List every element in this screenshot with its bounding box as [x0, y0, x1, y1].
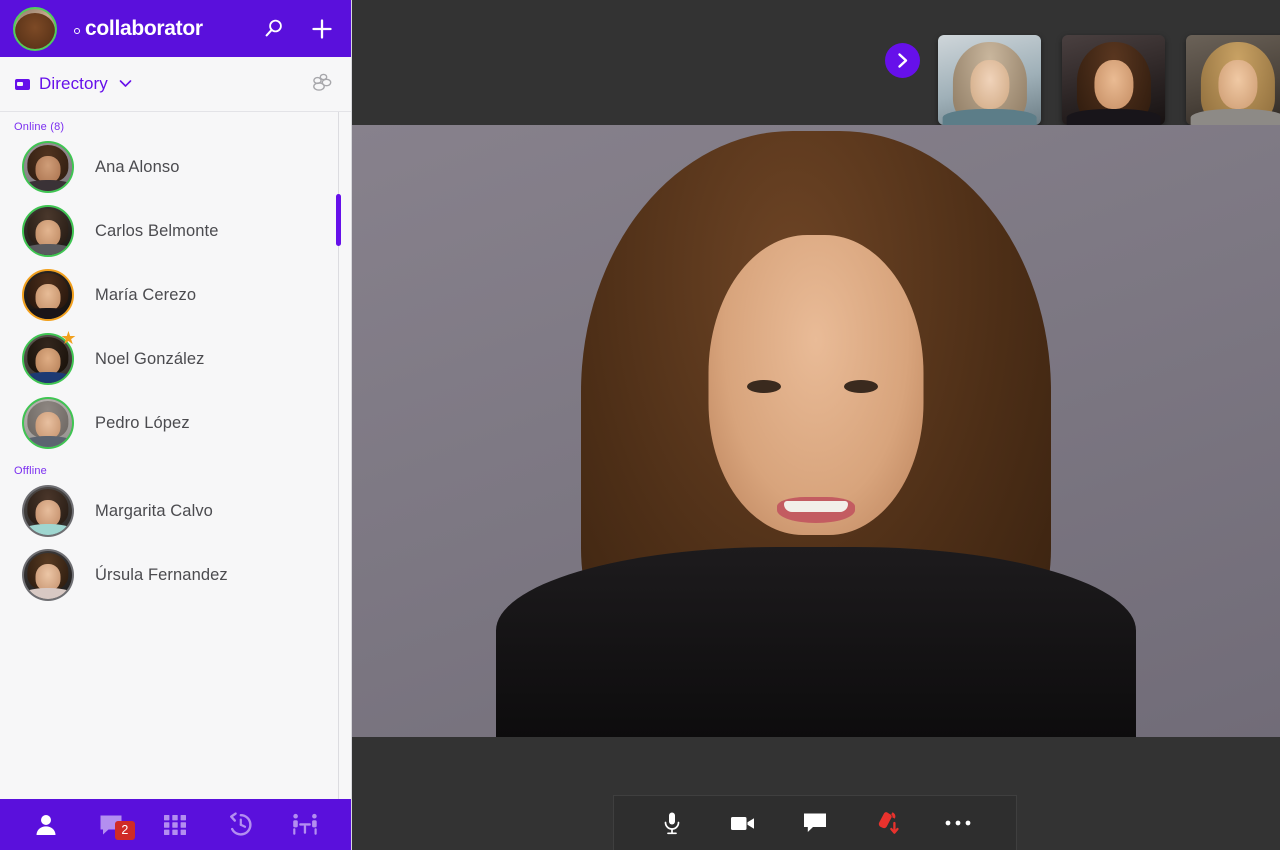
contact-name: Úrsula Fernandez [95, 565, 228, 584]
contact-name: Margarita Calvo [95, 501, 213, 520]
call-controls [613, 795, 1017, 850]
participant-thumbnail[interactable] [938, 35, 1041, 125]
avatar-ring-offline [22, 485, 74, 537]
list-item[interactable]: Pedro López [0, 391, 351, 455]
list-item[interactable]: ★ Noel González [0, 327, 351, 391]
brand-name-text: collaborator [85, 16, 203, 40]
contact-list: Online (8) Ana Alonso Carlos Belmonte Ma… [0, 112, 351, 799]
active-speaker-video[interactable] [352, 125, 1280, 737]
microphone-icon[interactable] [652, 803, 692, 843]
sidebar: collaborator Directory Online (8) Ana Al… [0, 0, 352, 850]
contact-name: Noel González [95, 349, 205, 368]
app-root: collaborator Directory Online (8) Ana Al… [0, 0, 1280, 850]
scrollbar-thumb[interactable] [336, 194, 341, 246]
plus-icon[interactable] [309, 16, 335, 42]
chevron-right-icon [898, 53, 908, 68]
bottom-nav: 2 [0, 799, 351, 850]
brand-header: collaborator [0, 0, 351, 57]
nav-item-chats[interactable]: 2 [89, 805, 135, 845]
directory-selector[interactable]: Directory [15, 74, 132, 94]
history-icon [229, 812, 252, 836]
chat-unread-badge: 2 [114, 820, 135, 840]
list-item[interactable]: Úrsula Fernandez [0, 543, 351, 607]
avatar [22, 205, 74, 257]
list-item[interactable]: Carlos Belmonte [0, 199, 351, 263]
hangup-icon[interactable] [867, 803, 907, 843]
participant-thumbnail[interactable] [1062, 35, 1165, 125]
nav-item-history[interactable] [218, 805, 262, 845]
avatar: ★ [22, 328, 77, 385]
thumbnail-row [938, 35, 1280, 125]
nav-item-apps[interactable] [153, 805, 197, 845]
section-offline: Offline Margarita Calvo Úrsula Fernandez [0, 455, 351, 607]
directory-label: Directory [39, 74, 108, 93]
app-brand: collaborator [74, 17, 203, 41]
contact-name: Pedro López [95, 413, 190, 432]
section-label-online: Online (8) [14, 121, 65, 133]
current-user-avatar[interactable] [13, 6, 57, 51]
apps-grid-icon [164, 814, 187, 835]
more-dots-icon[interactable] [938, 803, 978, 843]
participant-thumbnail[interactable] [1186, 35, 1280, 125]
avatar-ring-away [22, 269, 74, 321]
favorite-star-icon: ★ [60, 328, 77, 348]
list-item[interactable]: María Cerezo [0, 263, 351, 327]
contact-name: Carlos Belmonte [95, 221, 219, 240]
avatar-ring-online [22, 397, 74, 449]
group-people-icon[interactable] [308, 71, 333, 98]
contact-name: María Cerezo [95, 285, 197, 304]
avatar-ring-online [22, 141, 74, 193]
avatar [22, 269, 74, 321]
next-participants-button[interactable] [885, 43, 920, 78]
video-stage [352, 0, 1280, 850]
chevron-down-icon [119, 75, 132, 93]
section-label-offline: Offline [14, 465, 47, 477]
person-icon [36, 814, 56, 835]
directory-icon [15, 78, 30, 90]
avatar [22, 397, 74, 449]
list-item[interactable]: Margarita Calvo [0, 479, 351, 543]
contact-list-scroll: Online (8) Ana Alonso Carlos Belmonte Ma… [0, 112, 351, 799]
camera-icon[interactable] [723, 803, 763, 843]
directory-bar: Directory [0, 57, 351, 112]
nav-item-contacts[interactable] [24, 805, 68, 845]
search-icon[interactable] [261, 16, 287, 42]
avatar [22, 141, 74, 193]
avatar-ring-offline [22, 549, 74, 601]
avatar [22, 485, 74, 537]
meeting-icon [292, 813, 317, 835]
avatar [22, 549, 74, 601]
contact-name: Ana Alonso [95, 157, 180, 176]
list-item[interactable]: Ana Alonso [0, 135, 351, 199]
brand-dot-icon [74, 28, 80, 34]
chat-icon[interactable] [795, 803, 835, 843]
nav-item-meetings[interactable] [283, 805, 327, 845]
avatar-ring-online [22, 205, 74, 257]
participant-strip [352, 0, 1280, 125]
header-actions [261, 16, 335, 42]
section-online: Online (8) Ana Alonso Carlos Belmonte Ma… [0, 118, 351, 455]
